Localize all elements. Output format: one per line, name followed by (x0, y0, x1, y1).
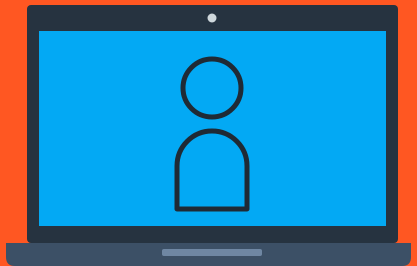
laptop-icon (0, 0, 417, 266)
webcam-icon (207, 13, 217, 23)
trackpad-icon (162, 249, 262, 256)
illustration-canvas (0, 0, 417, 266)
